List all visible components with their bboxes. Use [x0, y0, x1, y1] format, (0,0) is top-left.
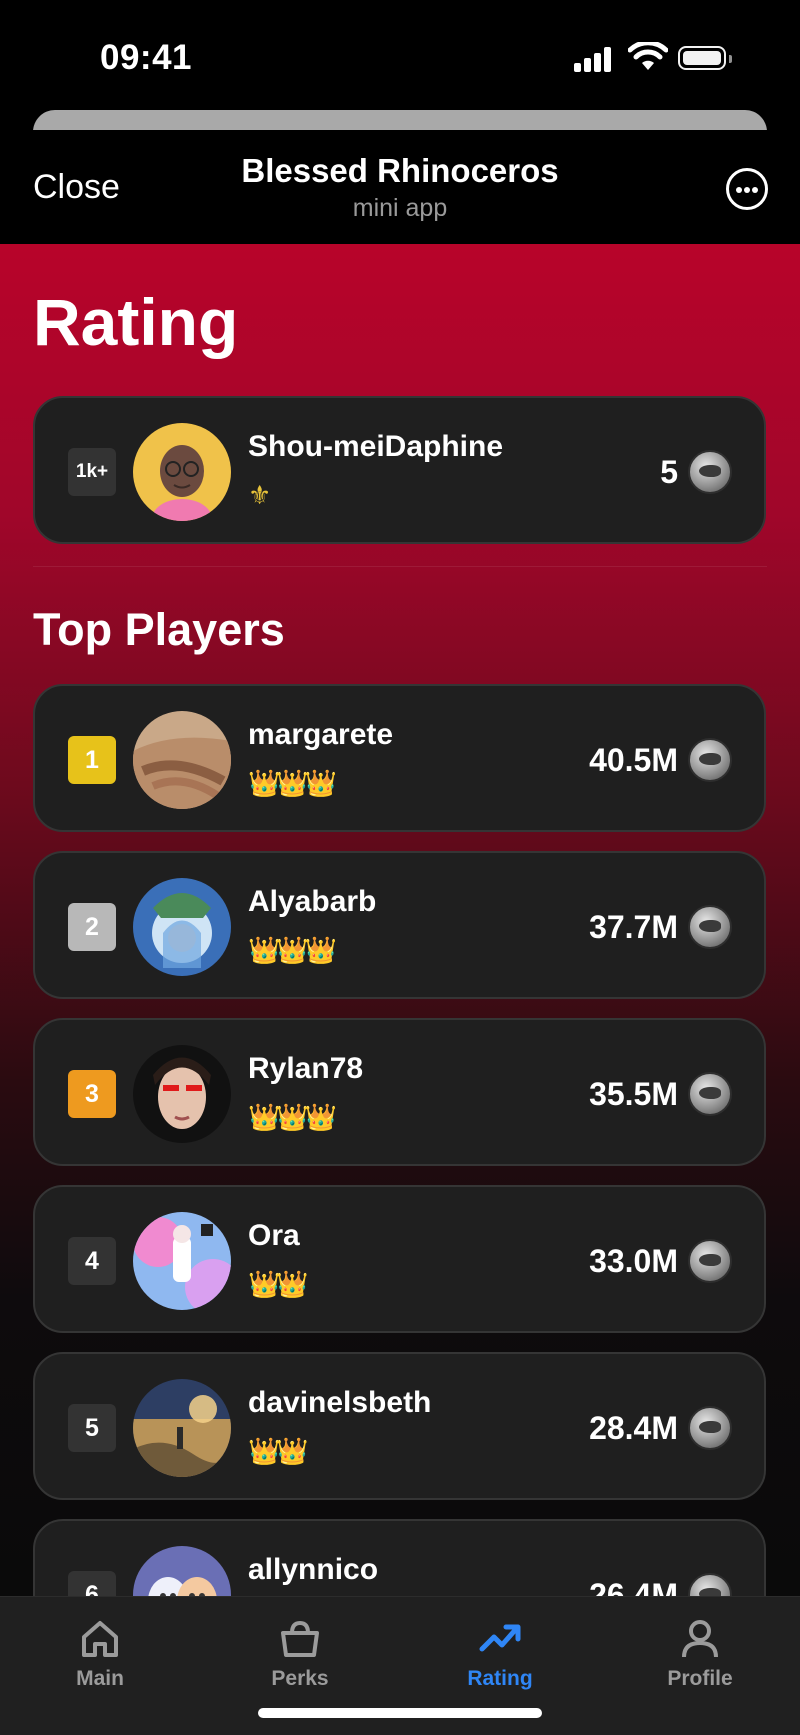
- player-score: 35.5M: [589, 1076, 678, 1112]
- player-name: davinelsbeth: [248, 1386, 432, 1419]
- crown-badges: 👑👑: [248, 1269, 309, 1299]
- tab-rating[interactable]: Rating: [400, 1617, 600, 1691]
- player-row[interactable]: 2 Alyabarb 👑👑👑 37.7M: [33, 851, 766, 999]
- player-name: Alyabarb: [248, 885, 377, 918]
- player-row[interactable]: 4 Ora 👑👑 33.0M: [33, 1185, 766, 1333]
- crown-badges: 👑👑👑: [248, 768, 337, 798]
- player-score: 37.7M: [589, 909, 678, 945]
- battery-icon: [678, 46, 732, 70]
- person-icon: [682, 1620, 718, 1658]
- player-row[interactable]: 5 davinelsbeth 👑👑 28.4M: [33, 1352, 766, 1500]
- wifi-icon: [628, 42, 668, 70]
- rhino-coin-icon: [688, 1406, 732, 1450]
- divider: [33, 566, 767, 567]
- rank-badge: 3: [68, 1070, 116, 1118]
- more-options-button[interactable]: [726, 168, 768, 210]
- crown-badges: 👑👑👑: [248, 935, 337, 965]
- basket-icon: [281, 1620, 319, 1657]
- mini-app-header: Close Blessed Rhinoceros mini app: [0, 130, 800, 244]
- avatar: [133, 1379, 231, 1477]
- rhino-coin-icon: [688, 1072, 732, 1116]
- rank-badge: 6: [68, 1571, 116, 1596]
- avatar: [133, 1546, 231, 1596]
- player-name: Ora: [248, 1219, 300, 1252]
- player-name: margarete: [248, 718, 394, 751]
- rhino-coin-icon: [688, 905, 732, 949]
- current-user-card[interactable]: 1k+ Shou-meiDaphine ⚜ 5: [33, 396, 766, 544]
- rank-badge: 4: [68, 1237, 116, 1285]
- rhino-coin-icon: [688, 1239, 732, 1283]
- rank-badge: 2: [68, 903, 116, 951]
- player-row[interactable]: 1 margarete 👑👑👑 40.5M: [33, 684, 766, 832]
- avatar: [133, 1045, 231, 1143]
- cellular-signal-icon: [574, 46, 614, 72]
- rating-content[interactable]: Rating 1k+ Shou-meiDaphine ⚜ 5 Top Playe…: [0, 244, 800, 1596]
- rank-badge: 1: [68, 736, 116, 784]
- player-name: Shou-meiDaphine: [248, 430, 504, 463]
- player-name: Rylan78: [248, 1052, 364, 1085]
- player-row[interactable]: 3 Rylan78 👑👑👑 35.5M: [33, 1018, 766, 1166]
- trending-up-icon: [479, 1624, 521, 1652]
- rhino-coin-icon: [688, 450, 732, 494]
- sheet-handle: [33, 110, 767, 132]
- player-score: 26.4M: [589, 1577, 678, 1596]
- tab-profile[interactable]: Profile: [600, 1617, 800, 1691]
- home-icon: [82, 1621, 118, 1657]
- avatar: [133, 1212, 231, 1310]
- rank-badge: 5: [68, 1404, 116, 1452]
- section-title: Top Players: [33, 604, 285, 655]
- rhino-coin-icon: [688, 1573, 732, 1596]
- tab-label: Rating: [467, 1667, 533, 1690]
- tab-label: Main: [76, 1667, 124, 1690]
- player-name: allynnico: [248, 1553, 379, 1586]
- rhino-coin-icon: [688, 738, 732, 782]
- status-bar: 09:41: [0, 0, 800, 110]
- player-score: 33.0M: [589, 1243, 678, 1279]
- status-time: 09:41: [100, 38, 193, 77]
- home-indicator: [258, 1708, 542, 1718]
- avatar: [133, 711, 231, 809]
- player-score: 5: [660, 454, 678, 490]
- tab-label: Profile: [667, 1667, 733, 1690]
- app-subtitle: mini app: [352, 194, 448, 222]
- tab-perks[interactable]: Perks: [200, 1617, 400, 1691]
- page-title: Rating: [33, 285, 239, 359]
- player-score: 40.5M: [589, 742, 678, 778]
- crown-badges: 👑👑: [248, 1436, 309, 1466]
- app-title: Blessed Rhinoceros: [241, 152, 559, 189]
- fleur-de-lis-icon: ⚜: [248, 480, 272, 510]
- rank-badge: 1k+: [68, 448, 116, 496]
- crown-badges: 👑👑👑: [248, 1102, 337, 1132]
- player-row[interactable]: 6 allynnico 26.4M: [33, 1519, 766, 1596]
- tab-main[interactable]: Main: [0, 1617, 200, 1691]
- player-score: 28.4M: [589, 1410, 678, 1446]
- tab-label: Perks: [271, 1667, 329, 1690]
- avatar: [133, 878, 231, 976]
- avatar: [133, 423, 231, 521]
